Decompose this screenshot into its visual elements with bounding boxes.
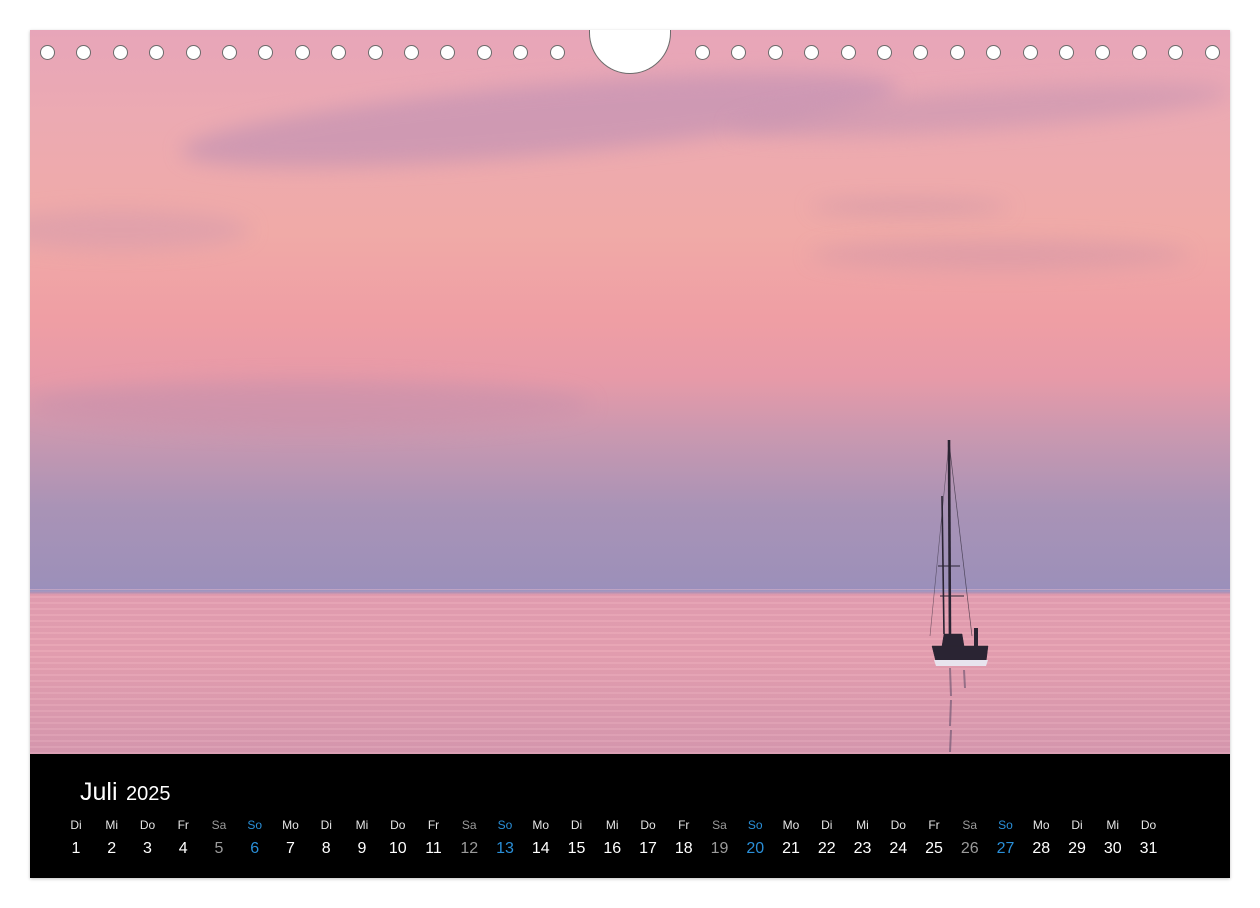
day-number: 17 xyxy=(630,840,666,858)
day-number: 7 xyxy=(273,840,309,858)
weekday-label: Sa xyxy=(702,818,738,832)
weekday-label: Fr xyxy=(666,818,702,832)
weekday-label: Mo xyxy=(1023,818,1059,832)
sailboat-icon xyxy=(920,436,1000,754)
day-number: 18 xyxy=(666,840,702,858)
water-surface xyxy=(30,590,1230,754)
day-number: 4 xyxy=(165,840,201,858)
day-number: 9 xyxy=(344,840,380,858)
day-number: 12 xyxy=(451,840,487,858)
weekday-label: Fr xyxy=(916,818,952,832)
weekday-label: Mi xyxy=(1095,818,1131,832)
weekday-label: Mo xyxy=(273,818,309,832)
day-number: 11 xyxy=(416,840,452,858)
weekday-label: Di xyxy=(559,818,595,832)
weekday-label: Do xyxy=(130,818,166,832)
weekday-label: So xyxy=(237,818,273,832)
day-number: 22 xyxy=(809,840,845,858)
weekday-label: Sa xyxy=(451,818,487,832)
weekday-label: Do xyxy=(630,818,666,832)
weekday-label: Sa xyxy=(952,818,988,832)
day-number: 25 xyxy=(916,840,952,858)
calendar-page: Juli 2025 Di1Mi2Do3Fr4Sa5So6Mo7Di8Mi9Do1… xyxy=(30,30,1230,878)
cloud-streak xyxy=(810,240,1190,270)
weekday-label: Di xyxy=(809,818,845,832)
weekday-label: Mi xyxy=(344,818,380,832)
weekday-label: Fr xyxy=(416,818,452,832)
sunset-sea-photo xyxy=(30,30,1230,754)
weekday-label: Fr xyxy=(165,818,201,832)
year-label: 2025 xyxy=(126,783,171,805)
weekday-label: Mo xyxy=(773,818,809,832)
day-number: 5 xyxy=(201,840,237,858)
cloud-streak xyxy=(30,380,590,430)
calendar-title: Juli 2025 xyxy=(80,778,170,807)
day-number: 30 xyxy=(1095,840,1131,858)
weekday-label: Mi xyxy=(845,818,881,832)
day-number: 21 xyxy=(773,840,809,858)
weekday-label: So xyxy=(487,818,523,832)
day-number: 31 xyxy=(1131,840,1167,858)
day-number: 13 xyxy=(487,840,523,858)
day-number: 8 xyxy=(308,840,344,858)
weekday-label: So xyxy=(737,818,773,832)
day-number: 29 xyxy=(1059,840,1095,858)
weekday-label: Mi xyxy=(94,818,130,832)
day-number: 3 xyxy=(130,840,166,858)
calendar-strip: Juli 2025 Di1Mi2Do3Fr4Sa5So6Mo7Di8Mi9Do1… xyxy=(30,754,1230,878)
cloud-streak xyxy=(810,200,1010,214)
weekday-label: Do xyxy=(1131,818,1167,832)
day-number: 2 xyxy=(94,840,130,858)
weekday-label: Di xyxy=(1059,818,1095,832)
day-number: 16 xyxy=(594,840,630,858)
weekday-label: Di xyxy=(308,818,344,832)
day-number: 1 xyxy=(58,840,94,858)
cloud-streak xyxy=(30,210,250,250)
day-number: 19 xyxy=(702,840,738,858)
day-number: 6 xyxy=(237,840,273,858)
weekday-label: Sa xyxy=(201,818,237,832)
weekday-label: Mi xyxy=(594,818,630,832)
weekday-label: Do xyxy=(880,818,916,832)
day-number: 15 xyxy=(559,840,595,858)
weekday-label: Mo xyxy=(523,818,559,832)
day-number: 28 xyxy=(1023,840,1059,858)
day-number: 14 xyxy=(523,840,559,858)
weekday-label: So xyxy=(988,818,1024,832)
day-number: 24 xyxy=(880,840,916,858)
day-number: 10 xyxy=(380,840,416,858)
day-number: 20 xyxy=(737,840,773,858)
day-number: 23 xyxy=(845,840,881,858)
weekday-label: Do xyxy=(380,818,416,832)
day-number: 27 xyxy=(988,840,1024,858)
weekday-label: Di xyxy=(58,818,94,832)
month-label: Juli xyxy=(80,778,118,806)
day-number: 26 xyxy=(952,840,988,858)
